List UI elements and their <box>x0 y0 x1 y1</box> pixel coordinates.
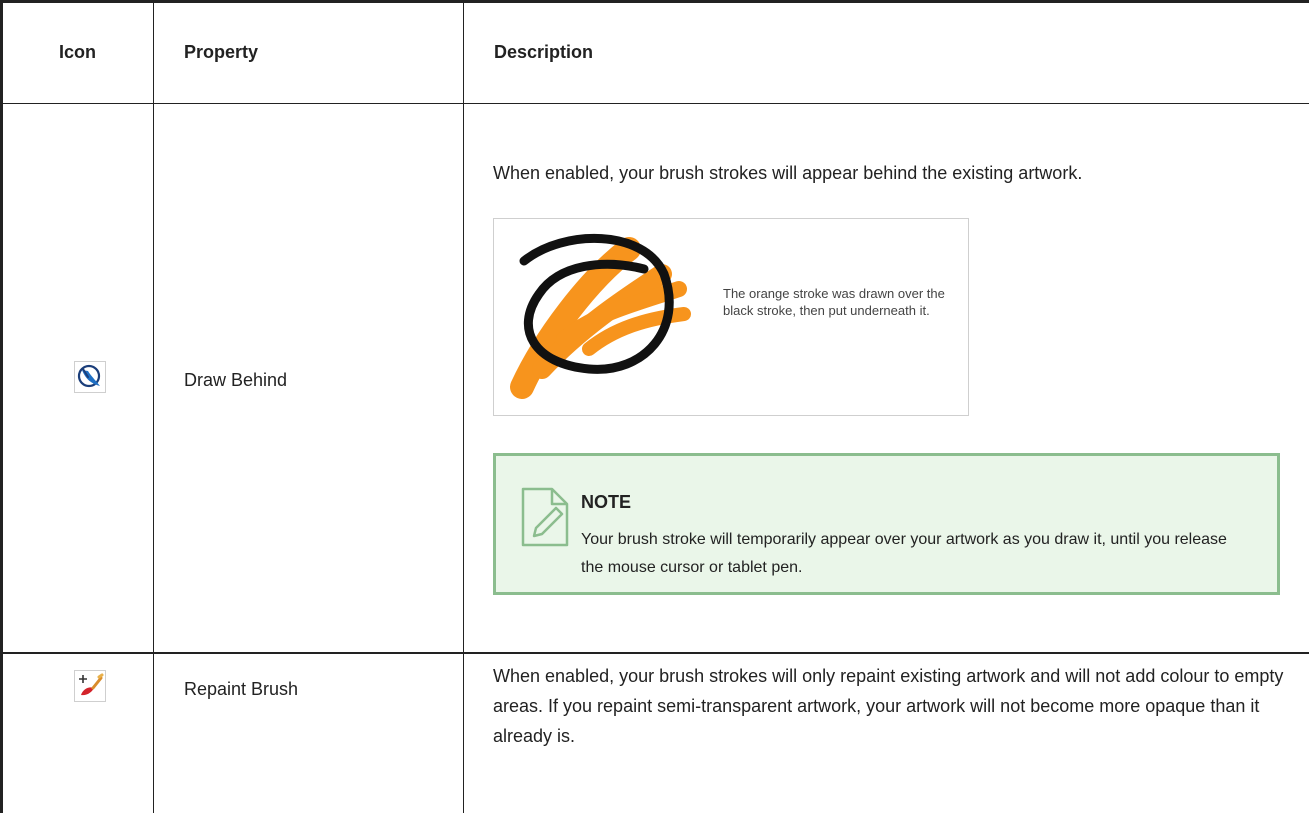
description-repaint-brush: When enabled, your brush strokes will on… <box>493 666 1284 746</box>
stroke-illustration <box>510 234 691 399</box>
property-draw-behind: Draw Behind <box>184 370 288 390</box>
draw-behind-icon <box>74 361 106 393</box>
figure-caption: The orange stroke was drawn over the bla… <box>723 286 945 318</box>
note-body: Your brush stroke will temporarily appea… <box>581 531 1227 576</box>
note-icon <box>520 486 570 553</box>
note-box: NOTE Your brush stroke will temporarily … <box>493 453 1280 595</box>
column-divider-icon-property <box>153 3 154 813</box>
repaint-brush-icon <box>74 670 106 702</box>
draw-behind-example-figure: The orange stroke was drawn over the bla… <box>493 218 969 416</box>
description-draw-behind: When enabled, your brush strokes will ap… <box>493 163 1083 183</box>
row-divider <box>3 652 1309 654</box>
note-title: NOTE <box>581 492 632 512</box>
column-divider-property-description <box>463 3 464 813</box>
header-divider <box>3 103 1309 104</box>
header-property: Property <box>184 42 259 62</box>
header-description: Description <box>494 42 594 62</box>
property-repaint-brush: Repaint Brush <box>184 679 299 699</box>
header-icon: Icon <box>59 42 97 62</box>
